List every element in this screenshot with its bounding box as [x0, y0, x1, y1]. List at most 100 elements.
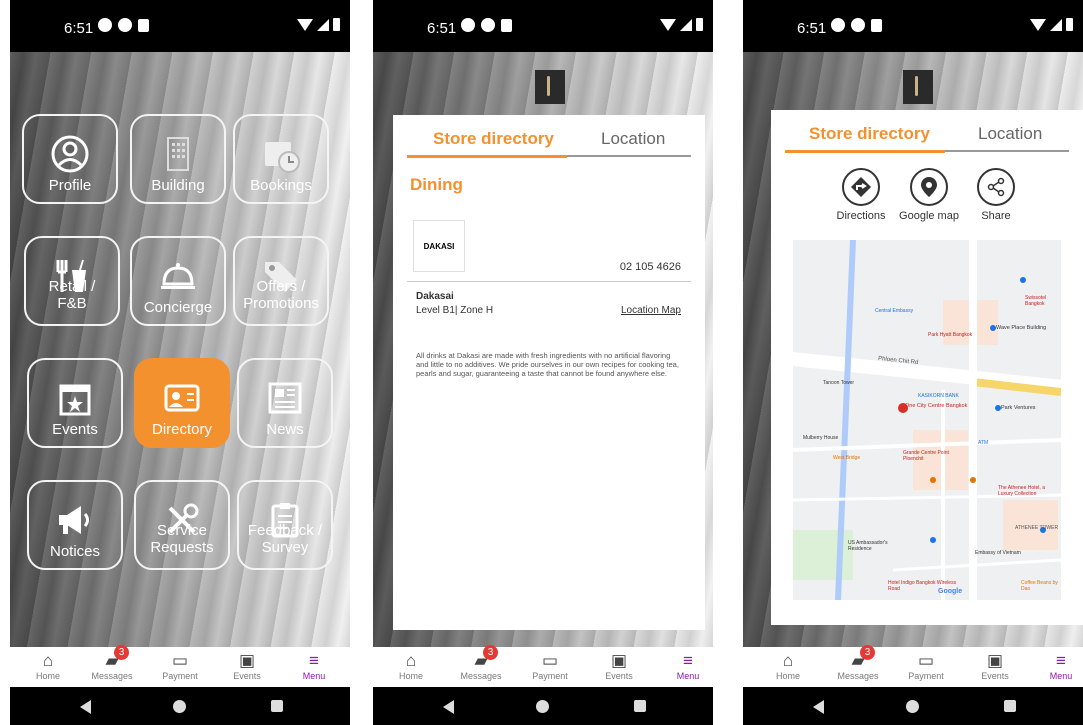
- store-phone[interactable]: 02 105 4626: [620, 261, 681, 273]
- calendar-icon: ▣: [238, 651, 256, 670]
- tile-label: News: [266, 421, 304, 438]
- nav-label: Messages: [837, 671, 879, 681]
- nav-label: Payment: [532, 671, 568, 681]
- menu-tile-bookings[interactable]: Bookings: [233, 114, 329, 204]
- nav-home[interactable]: ⌂ Home: [18, 651, 78, 681]
- nav-messages[interactable]: ▰ 3 Messages: [451, 645, 511, 681]
- tile-label: Bookings: [250, 177, 312, 194]
- nav-label: Messages: [91, 671, 133, 681]
- back-icon[interactable]: [443, 700, 454, 714]
- menu-tile-service-requests[interactable]: Service Requests: [134, 480, 230, 570]
- tile-label-line: Survey: [261, 539, 309, 556]
- google-map-button[interactable]: Google map: [894, 168, 964, 222]
- back-icon[interactable]: [813, 700, 824, 714]
- location-map[interactable]: Phloen Chit Rd One City Centre Bangkok P…: [793, 240, 1061, 600]
- hamburger-icon: ≡: [683, 651, 693, 670]
- nav-events[interactable]: ▣ Events: [589, 651, 649, 681]
- tile-label: Events: [52, 421, 98, 438]
- share-icon: [977, 168, 1015, 206]
- directions-icon: [842, 168, 880, 206]
- bottom-navbar: ⌂ Home ▰ 3 Messages ▭ Payment ▣ Events ≡ Menu: [10, 645, 350, 687]
- status-system-icons: [660, 18, 703, 31]
- nav-home[interactable]: ⌂ Home: [381, 651, 441, 681]
- home-circle-icon[interactable]: [173, 700, 186, 713]
- nav-payment[interactable]: ▭ Payment: [150, 651, 210, 681]
- sd-card-icon: [871, 18, 882, 32]
- menu-tile-directory[interactable]: Directory: [134, 358, 230, 448]
- home-icon: ⌂: [405, 651, 417, 670]
- nav-events[interactable]: ▣ Events: [965, 651, 1025, 681]
- map-place-label: Embassy of Vietnam: [975, 550, 1021, 556]
- building-icon: [167, 137, 189, 171]
- map-place-label: KASIKORN BANK: [918, 393, 959, 399]
- menu-tile-offers[interactable]: Offers / Promotions: [233, 236, 329, 326]
- tile-label: Notices: [49, 543, 101, 560]
- menu-tile-notices[interactable]: Notices: [27, 480, 123, 570]
- bottom-navbar: ⌂ Home ▰ 3 Messages ▭ Payment ▣ Events ≡ Menu: [743, 645, 1083, 687]
- share-label: Share: [981, 210, 1011, 222]
- tile-label: Concierge: [143, 299, 213, 316]
- status-notification-icons: [461, 18, 512, 32]
- divider: [407, 281, 691, 282]
- menu-tile-profile[interactable]: Profile: [22, 114, 118, 204]
- wifi-icon: [660, 19, 676, 31]
- nav-events[interactable]: ▣ Events: [217, 651, 277, 681]
- recents-icon[interactable]: [634, 700, 646, 712]
- home-icon: ⌂: [782, 651, 794, 670]
- phone-menu-screen: 6:51 Profile Building Bookings Retail / …: [10, 0, 350, 725]
- tile-label-line: F&B: [57, 295, 87, 312]
- chat-icon: ▰: [851, 651, 865, 670]
- menu-tile-news[interactable]: News: [237, 358, 333, 448]
- notification-icon: [481, 18, 495, 32]
- tab-store-directory[interactable]: Store directory: [433, 129, 554, 149]
- nav-label: Events: [605, 671, 633, 681]
- system-nav-bar: [373, 687, 713, 725]
- location-map-link[interactable]: Location Map: [621, 305, 681, 316]
- nav-home[interactable]: ⌂ Home: [758, 651, 818, 681]
- share-button[interactable]: Share: [961, 168, 1031, 222]
- tile-label: Offers / Promotions: [235, 278, 327, 312]
- directions-label: Directions: [836, 210, 886, 222]
- nav-menu[interactable]: ≡ Menu: [1031, 651, 1083, 681]
- nav-label: Payment: [908, 671, 944, 681]
- nav-messages[interactable]: ▰ 3 Messages: [82, 645, 142, 681]
- store-description: All drinks at Dakasi are made with fresh…: [416, 351, 679, 378]
- home-circle-icon[interactable]: [536, 700, 549, 713]
- tile-label: Service Requests: [136, 522, 228, 556]
- nav-menu[interactable]: ≡ Menu: [284, 651, 344, 681]
- back-icon[interactable]: [80, 700, 91, 714]
- contact-card-icon: [164, 384, 200, 412]
- menu-tile-retail-fb[interactable]: Retail / F&B: [24, 236, 120, 326]
- menu-tile-building[interactable]: Building: [130, 114, 226, 204]
- nav-menu[interactable]: ≡ Menu: [658, 651, 713, 681]
- map-place-label: Tanoon Tower: [823, 380, 855, 386]
- calendar-icon: ▣: [986, 651, 1004, 670]
- map-place-label: Wave Place Building: [996, 325, 1047, 331]
- notification-icon: [461, 18, 475, 32]
- nav-messages[interactable]: ▰ 3 Messages: [828, 645, 888, 681]
- map-place-label: ATM: [978, 440, 989, 446]
- map-pin-icon: [910, 168, 948, 206]
- recents-icon[interactable]: [1004, 700, 1016, 712]
- nav-label: Menu: [676, 671, 700, 681]
- tab-location[interactable]: Location: [601, 129, 665, 149]
- map-place-label: Park Hyatt Bangkok: [928, 332, 973, 338]
- menu-tile-concierge[interactable]: Concierge: [130, 236, 226, 326]
- phone-location-screen: 6:51 Store directory Location Directions…: [743, 0, 1083, 725]
- store-logo-text: DAKASI: [423, 241, 455, 251]
- menu-tile-feedback[interactable]: Feedback / Survey: [237, 480, 333, 570]
- nav-label: Menu: [1049, 671, 1073, 681]
- home-circle-icon[interactable]: [906, 700, 919, 713]
- map-place-label: Central Embassy: [875, 308, 914, 314]
- tab-store-directory[interactable]: Store directory: [809, 124, 930, 144]
- nav-payment[interactable]: ▭ Payment: [896, 651, 956, 681]
- tile-label: Feedback / Survey: [239, 522, 331, 556]
- recents-icon[interactable]: [271, 700, 283, 712]
- menu-tile-events[interactable]: Events: [27, 358, 123, 448]
- directions-button[interactable]: Directions: [826, 168, 896, 222]
- tab-location[interactable]: Location: [978, 124, 1042, 144]
- nav-payment[interactable]: ▭ Payment: [520, 651, 580, 681]
- google-logo: Google: [938, 588, 963, 595]
- status-notification-icons: [831, 18, 882, 32]
- map-place-label: ATHENEE TOWER: [1015, 525, 1059, 531]
